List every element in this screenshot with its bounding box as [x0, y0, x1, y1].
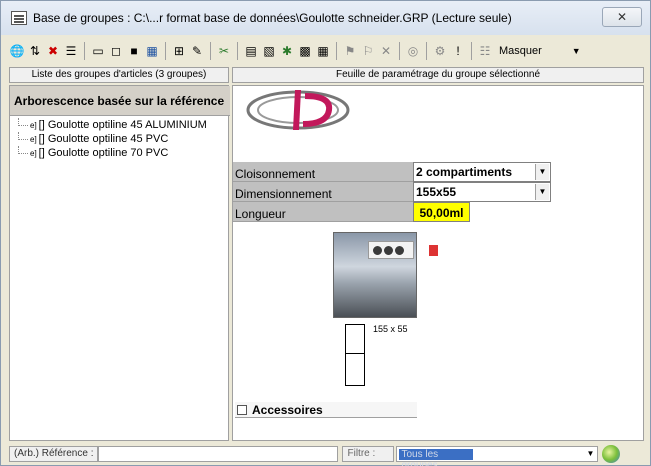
section-drawing — [345, 324, 365, 386]
toolbar-separator — [84, 42, 85, 60]
accessories-row[interactable]: Accessoires — [235, 402, 417, 418]
delete-icon[interactable]: ✖ — [45, 43, 61, 59]
tree-connector — [18, 132, 28, 140]
param-row-dimensionnement: Dimensionnement 155x55 ▼ — [233, 182, 645, 202]
close-button[interactable]: ✕ — [602, 7, 642, 27]
grid-icon[interactable]: ✱ — [279, 43, 295, 59]
param-label: Cloisonnement — [233, 162, 413, 182]
company-logo — [246, 90, 350, 130]
group-tree: e] [] Goulotte optiline 45 ALUMINIUM e] … — [18, 118, 207, 160]
group-tree-panel: Arborescence basée sur la référence e] [… — [9, 85, 230, 441]
tag-icon[interactable]: ⚑ — [342, 43, 358, 59]
circle-icon[interactable]: ◎ — [405, 43, 421, 59]
minus-icon[interactable]: ▭ — [90, 43, 106, 59]
image-icon[interactable]: ▩ — [297, 43, 313, 59]
box-icon[interactable]: ◻ — [108, 43, 124, 59]
square-icon[interactable]: ■ — [126, 43, 142, 59]
param-row-cloisonnement: Cloisonnement 2 compartiments ▼ — [233, 162, 645, 182]
tree-connector — [18, 118, 28, 126]
cross-icon[interactable]: ✕ — [378, 43, 394, 59]
toolbar-separator — [471, 42, 472, 60]
edit-icon[interactable]: ✎ — [189, 43, 205, 59]
toolbar-separator — [426, 42, 427, 60]
param-label: Dimensionnement — [233, 182, 413, 202]
reference-label: (Arb.) Référence : — [9, 446, 99, 462]
tree-item[interactable]: e] [] Goulotte optiline 45 PVC — [18, 132, 207, 146]
left-panel-header: Liste des groupes d'articles (3 groupes) — [9, 67, 229, 83]
red-socket-icon — [429, 245, 438, 256]
close-icon: ✕ — [616, 10, 628, 24]
accessories-checkbox[interactable] — [237, 404, 247, 415]
filter-value: Tous les groupes — [399, 449, 474, 466]
toolbar-separator — [165, 42, 166, 60]
tree-item-label: [] Goulotte optiline 45 ALUMINIUM — [38, 119, 207, 131]
reference-input[interactable] — [98, 446, 339, 462]
select-value: 2 compartiments — [416, 165, 513, 179]
param-label: Longueur — [233, 202, 413, 222]
toolbar-separator — [336, 42, 337, 60]
tree-connector — [18, 146, 28, 154]
tree-item[interactable]: e] [] Goulotte optiline 45 ALUMINIUM — [18, 118, 207, 132]
tool-icon[interactable]: ✂ — [216, 43, 232, 59]
socket-icon — [384, 246, 393, 255]
move-icon[interactable]: ⇅ — [27, 43, 43, 59]
socket-plate — [368, 241, 438, 259]
filter-label: Filtre : — [342, 446, 395, 462]
app-window: Base de groupes : C:\...r format base de… — [0, 0, 651, 466]
cloisonnement-select[interactable]: 2 compartiments ▼ — [413, 162, 551, 182]
exclaim-icon[interactable]: ! — [450, 43, 466, 59]
window-title: Base de groupes : C:\...r format base de… — [33, 11, 512, 25]
tree-item[interactable]: e] [] Goulotte optiline 70 PVC — [18, 146, 207, 160]
longueur-field[interactable]: 50,00ml — [413, 202, 470, 222]
tree-title[interactable]: Arborescence basée sur la référence — [10, 86, 230, 116]
socket-icon — [395, 246, 404, 255]
app-icon — [11, 11, 27, 25]
globe-icon[interactable] — [602, 445, 621, 463]
toolbar-separator — [237, 42, 238, 60]
tree-item-label: [] Goulotte optiline 70 PVC — [38, 147, 169, 159]
param-row-longueur: Longueur 50,00ml — [233, 202, 645, 222]
tree-item-label: [] Goulotte optiline 45 PVC — [38, 133, 169, 145]
chevron-down-icon: ▼ — [571, 46, 581, 56]
toolbar: 🌐 ⇅ ✖ ☰ ▭ ◻ ■ ▦ ⊞ ✎ ✂ ▤ ▧ ✱ ▩ ▦ ⚑ ⚐ ✕ ◎ … — [9, 39, 645, 63]
picture-icon[interactable]: ▧ — [261, 43, 277, 59]
socket-icon — [373, 246, 382, 255]
product-image — [333, 232, 438, 318]
filter-icon[interactable]: ☷ — [477, 43, 493, 59]
masquer-dropdown[interactable]: Masquer ▼ — [499, 45, 581, 57]
flag-icon[interactable]: ⚙ — [432, 43, 448, 59]
dimensionnement-select[interactable]: 155x55 ▼ — [413, 182, 551, 202]
chevron-down-icon[interactable]: ▼ — [535, 164, 549, 180]
table-icon[interactable]: ▦ — [315, 43, 331, 59]
status-bar: (Arb.) Référence : Filtre : Tous les gro… — [9, 445, 645, 466]
leaf-icon: e] — [30, 134, 37, 144]
paste-icon[interactable]: ▤ — [243, 43, 259, 59]
filter-select[interactable]: Tous les groupes ▼ — [396, 446, 599, 466]
toolbar-separator — [210, 42, 211, 60]
list-icon[interactable]: ☰ — [63, 43, 79, 59]
dimension-label: 155 x 55 — [373, 324, 408, 334]
right-panel-header: Feuille de paramétrage du groupe sélecti… — [232, 67, 644, 83]
parameter-sheet: Cloisonnement 2 compartiments ▼ Dimensio… — [232, 85, 644, 441]
title-bar: Base de groupes : C:\...r format base de… — [1, 1, 650, 35]
tree-icon[interactable]: ⊞ — [171, 43, 187, 59]
masquer-label: Masquer — [499, 45, 542, 57]
leaf-icon: e] — [30, 148, 37, 158]
accessories-label: Accessoires — [252, 402, 323, 417]
tag2-icon[interactable]: ⚐ — [360, 43, 376, 59]
chart-icon[interactable]: ▦ — [144, 43, 160, 59]
toolbar-separator — [399, 42, 400, 60]
chevron-down-icon[interactable]: ▼ — [584, 448, 596, 460]
globe-icon[interactable]: 🌐 — [9, 43, 25, 59]
leaf-icon: e] — [30, 120, 37, 130]
chevron-down-icon[interactable]: ▼ — [535, 184, 549, 200]
select-value: 155x55 — [416, 185, 457, 199]
